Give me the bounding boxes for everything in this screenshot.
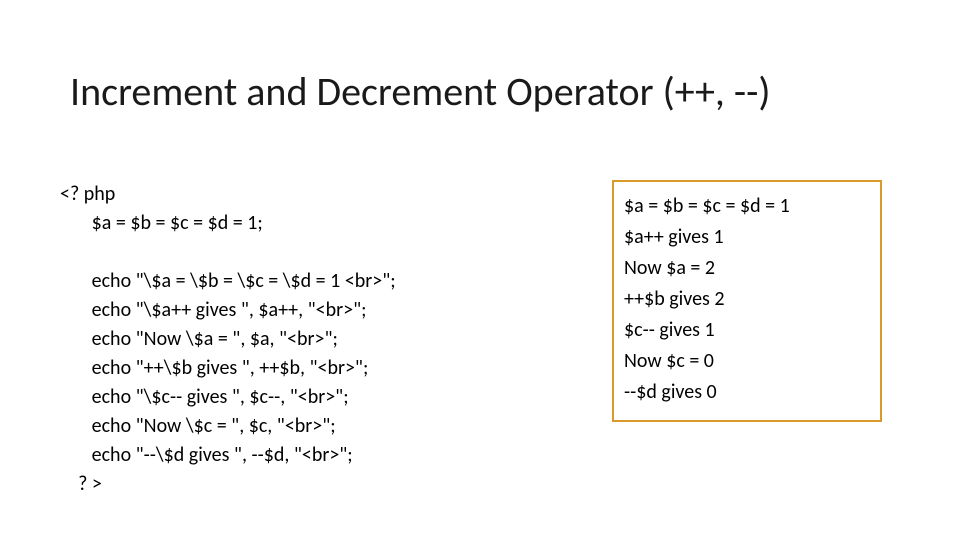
output-box: $a = $b = $c = $d = 1 $a++ gives 1 Now $…: [612, 180, 882, 422]
output-line: $c-- gives 1: [624, 317, 870, 343]
output-line: ++$b gives 2: [624, 286, 870, 312]
output-line: $a++ gives 1: [624, 224, 870, 250]
slide-title: Increment and Decrement Operator (++, --…: [70, 70, 920, 114]
code-line: <? php: [60, 182, 115, 206]
output-line: Now $a = 2: [624, 255, 870, 281]
code-line: echo "\$a++ gives ", $a++, "<br>";: [60, 298, 366, 322]
output-line: --$d gives 0: [624, 379, 870, 405]
code-line: $a = $b = $c = $d = 1;: [60, 211, 263, 235]
code-line: echo "\$a = \$b = \$c = \$d = 1 <br>";: [60, 269, 396, 293]
code-line: ? >: [60, 472, 102, 496]
output-line: $a = $b = $c = $d = 1: [624, 193, 870, 219]
code-line: echo "++\$b gives ", ++$b, "<br>";: [60, 356, 368, 380]
slide: Increment and Decrement Operator (++, --…: [0, 0, 960, 540]
output-line: Now $c = 0: [624, 348, 870, 374]
code-line: echo "\$c-- gives ", $c--, "<br>";: [60, 385, 349, 409]
code-line: echo "Now \$c = ", $c, "<br>";: [60, 414, 336, 438]
code-block: <? php $a = $b = $c = $d = 1; echo "\$a …: [60, 180, 580, 499]
code-line: echo "Now \$a = ", $a, "<br>";: [60, 327, 338, 351]
code-line: echo "--\$d gives ", --$d, "<br>";: [60, 443, 353, 467]
